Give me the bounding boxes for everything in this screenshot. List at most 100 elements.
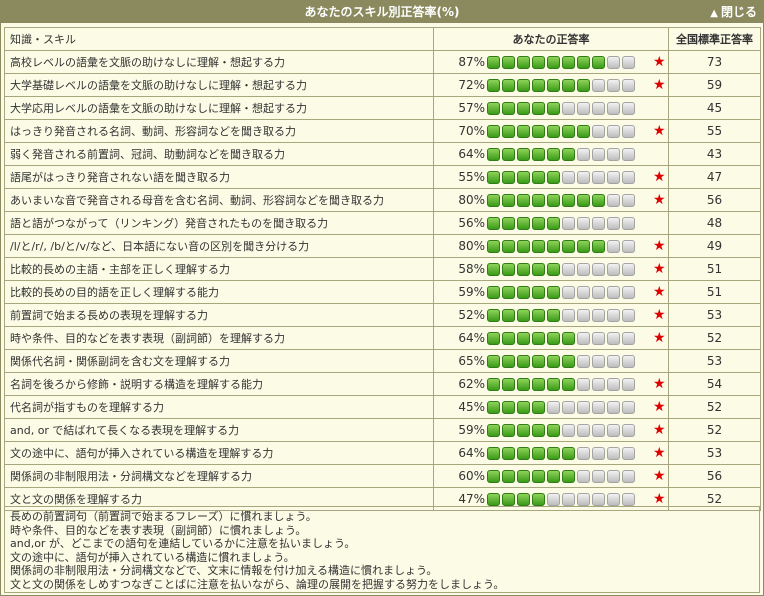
rate-bar — [487, 469, 637, 483]
bar-segment-empty — [547, 492, 560, 506]
bar-segment-filled — [502, 124, 515, 138]
bar-segment-empty — [577, 101, 590, 115]
bar-segment-filled — [517, 193, 530, 207]
star-icon: ★ — [653, 306, 666, 323]
table-row: はっきり発音される名詞、動詞、形容詞などを聞き取る力 70% ★ 55 — [4, 119, 761, 143]
your-rate-cell: 64% — [433, 142, 669, 166]
bar-segment-empty — [622, 400, 635, 414]
your-rate-cell: 60% ★ — [433, 464, 669, 488]
national-rate: 45 — [668, 96, 761, 120]
national-rate: 55 — [668, 119, 761, 143]
bar-segment-empty — [577, 308, 590, 322]
star-icon: ★ — [653, 375, 666, 392]
skill-name: 比較的長めの主語・主部を正しく理解する力 — [4, 257, 434, 281]
national-rate: 53 — [668, 441, 761, 465]
skill-name: 前置詞で始まる長めの表現を理解する力 — [4, 303, 434, 327]
bar-segment-filled — [547, 262, 560, 276]
advice-line: 文の途中に、語句が挿入されている構造に慣れましょう。 — [10, 550, 295, 564]
bar-segment-filled — [517, 170, 530, 184]
bar-segment-empty — [562, 262, 575, 276]
your-rate-cell: 87% ★ — [433, 50, 669, 74]
rate-percent: 55% — [458, 169, 485, 184]
national-rate: 47 — [668, 165, 761, 189]
table-row: 前置詞で始まる長めの表現を理解する力 52% ★ 53 — [4, 303, 761, 327]
bar-segment-filled — [532, 170, 545, 184]
bar-segment-filled — [532, 308, 545, 322]
bar-segment-empty — [592, 124, 605, 138]
bar-segment-filled — [562, 239, 575, 253]
bar-segment-filled — [487, 78, 500, 92]
panel-title: あなたのスキル別正答率(%) — [304, 5, 460, 19]
bar-segment-filled — [592, 55, 605, 69]
bar-segment-empty — [607, 331, 620, 345]
bar-segment-filled — [502, 492, 515, 506]
bar-segment-filled — [517, 147, 530, 161]
rate-bar — [487, 400, 637, 414]
bar-segment-filled — [502, 423, 515, 437]
table-row: 関係詞の非制限用法・分詞構文などを理解する力 60% ★ 56 — [4, 464, 761, 488]
skill-name: 名詞を後ろから修飾・説明する構造を理解する能力 — [4, 372, 434, 396]
advice-line: 時や条件、目的などを表す表現（副詞節）に慣れましょう。 — [10, 523, 307, 537]
bar-segment-empty — [607, 469, 620, 483]
bar-segment-filled — [562, 147, 575, 161]
bar-segment-filled — [532, 193, 545, 207]
skill-name: and, or で結ばれて長くなる表現を理解する力 — [4, 418, 434, 442]
your-rate-cell: 59% ★ — [433, 418, 669, 442]
bar-segment-filled — [487, 354, 500, 368]
bar-segment-filled — [502, 354, 515, 368]
bar-segment-empty — [592, 170, 605, 184]
star-icon: ★ — [653, 398, 666, 415]
star-icon: ★ — [653, 421, 666, 438]
bar-segment-filled — [502, 239, 515, 253]
bar-segment-filled — [502, 446, 515, 460]
bar-segment-filled — [547, 193, 560, 207]
bar-segment-empty — [607, 262, 620, 276]
bar-segment-empty — [577, 147, 590, 161]
bar-segment-filled — [547, 147, 560, 161]
bar-segment-empty — [592, 285, 605, 299]
bar-segment-filled — [532, 331, 545, 345]
bar-segment-empty — [607, 147, 620, 161]
star-icon: ★ — [653, 444, 666, 461]
bar-segment-filled — [592, 193, 605, 207]
bar-segment-empty — [607, 101, 620, 115]
national-rate: 43 — [668, 142, 761, 166]
rate-bar — [487, 285, 637, 299]
bar-segment-filled — [517, 377, 530, 391]
rate-percent: 52% — [458, 307, 485, 322]
bar-segment-filled — [517, 124, 530, 138]
bar-segment-empty — [577, 492, 590, 506]
bar-segment-empty — [622, 101, 635, 115]
bar-segment-empty — [607, 354, 620, 368]
bar-segment-filled — [547, 170, 560, 184]
table-row: 語尾がはっきり発音されない語を聞き取る力 55% ★ 47 — [4, 165, 761, 189]
table-row: 大学応用レベルの語彙を文脈の助けなしに理解・想起する力 57% 45 — [4, 96, 761, 120]
bar-segment-empty — [607, 239, 620, 253]
bar-segment-filled — [502, 216, 515, 230]
bar-segment-empty — [622, 354, 635, 368]
table-row: and, or で結ばれて長くなる表現を理解する力 59% ★ 52 — [4, 418, 761, 442]
national-rate: 51 — [668, 257, 761, 281]
national-rate: 49 — [668, 234, 761, 258]
bar-segment-empty — [607, 55, 620, 69]
close-button[interactable]: ▲ 閉じる — [710, 1, 757, 25]
bar-segment-filled — [487, 193, 500, 207]
bar-segment-filled — [502, 285, 515, 299]
bar-segment-filled — [547, 331, 560, 345]
bar-segment-filled — [577, 78, 590, 92]
bar-segment-filled — [532, 147, 545, 161]
bar-segment-empty — [622, 285, 635, 299]
rate-percent: 45% — [458, 399, 485, 414]
rate-percent: 87% — [458, 54, 485, 69]
national-rate: 56 — [668, 188, 761, 212]
bar-segment-empty — [592, 308, 605, 322]
bar-segment-empty — [577, 377, 590, 391]
bar-segment-filled — [487, 446, 500, 460]
bar-segment-empty — [622, 446, 635, 460]
bar-segment-empty — [592, 101, 605, 115]
bar-segment-filled — [547, 377, 560, 391]
bar-segment-filled — [562, 193, 575, 207]
rate-bar — [487, 124, 637, 138]
bar-segment-empty — [607, 492, 620, 506]
table-row: 比較的長めの主語・主部を正しく理解する力 58% ★ 51 — [4, 257, 761, 281]
